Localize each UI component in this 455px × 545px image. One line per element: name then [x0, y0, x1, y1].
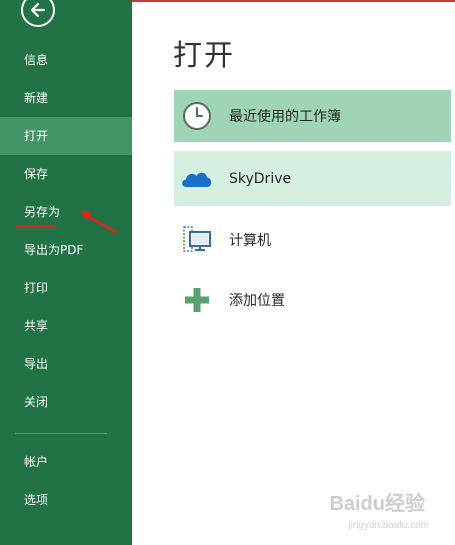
nav-item-options[interactable]: 选项 — [0, 481, 132, 519]
nav-item-share[interactable]: 共享 — [0, 307, 132, 345]
nav-item-save[interactable]: 保存 — [0, 155, 132, 193]
nav-item-print[interactable]: 打印 — [0, 269, 132, 307]
annotation-arrow-icon — [80, 211, 118, 234]
place-computer[interactable]: 计算机 — [174, 212, 451, 267]
place-label: SkyDrive — [229, 170, 292, 187]
place-recent-workbooks[interactable]: 最近使用的工作簿 — [174, 90, 451, 142]
nav-item-account[interactable]: 帐户 — [0, 443, 132, 481]
cloud-icon — [180, 162, 214, 196]
nav-item-new[interactable]: 新建 — [0, 79, 132, 117]
place-label: 添加位置 — [229, 292, 285, 309]
clock-icon — [180, 99, 214, 133]
place-add-location[interactable]: 添加位置 — [174, 272, 451, 327]
annotation-underline — [16, 225, 56, 228]
sidebar-divider — [15, 433, 107, 434]
nav-item-export[interactable]: 导出 — [0, 345, 132, 383]
back-button[interactable] — [21, 0, 55, 27]
place-skydrive[interactable]: SkyDrive — [174, 151, 451, 206]
nav-item-export-pdf[interactable]: 导出为PDF — [0, 231, 132, 269]
watermark-url: jingyan.baidu.com — [348, 520, 429, 531]
nav-item-open[interactable]: 打开 — [0, 117, 132, 155]
watermark-logo: Baidu经验 — [329, 493, 425, 515]
place-label: 最近使用的工作簿 — [229, 109, 341, 125]
place-label: 计算机 — [229, 232, 271, 249]
page-title: 打开 — [173, 38, 236, 72]
nav-item-info[interactable]: 信息 — [0, 41, 132, 79]
computer-icon — [180, 223, 214, 257]
back-arrow-icon — [30, 2, 46, 18]
plus-icon — [180, 283, 214, 317]
nav-item-close[interactable]: 关闭 — [0, 383, 132, 421]
window-top-border — [132, 0, 455, 2]
backstage-sidebar: 信息 新建 打开 保存 另存为 导出为PDF 打印 共享 导出 关闭 帐户 选项 — [0, 0, 132, 545]
